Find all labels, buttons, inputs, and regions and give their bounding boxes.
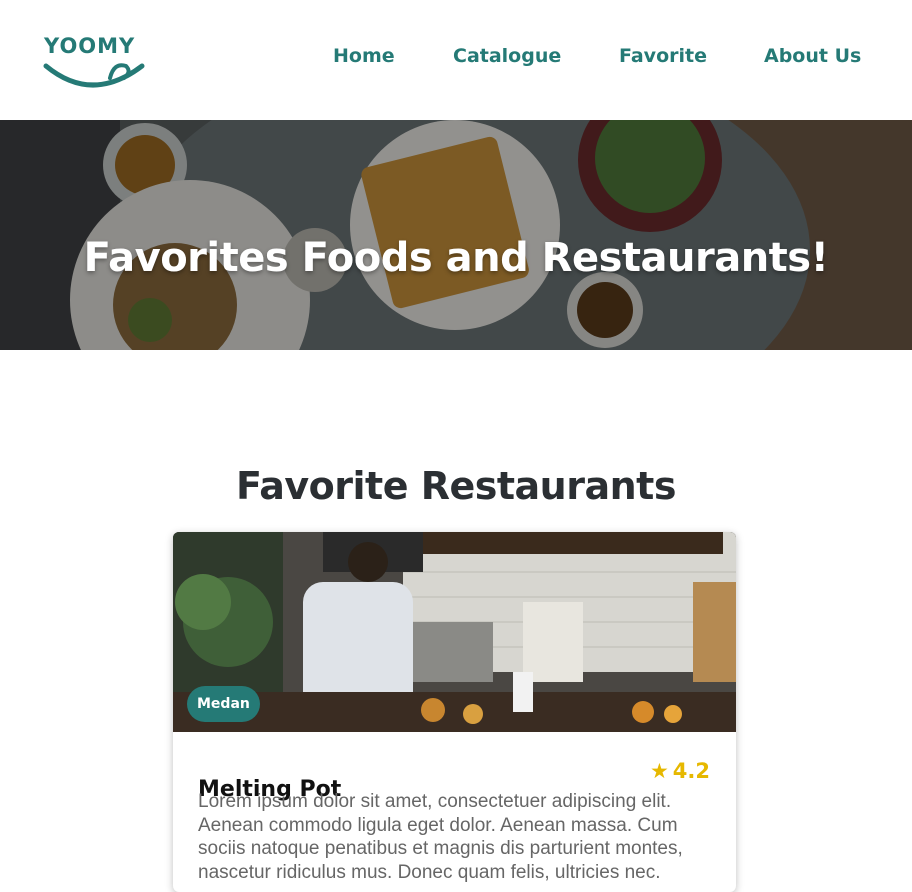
- nav-about-us[interactable]: About Us: [764, 42, 861, 70]
- section-title: Favorite Restaurants: [236, 463, 676, 508]
- restaurant-card[interactable]: Medan Melting Pot ★ 4.2 Lorem ipsum dolor…: [173, 532, 736, 892]
- logo-text: YOOMY: [44, 34, 136, 58]
- nav-home[interactable]: Home: [333, 42, 395, 70]
- hero-banner: Favorites Foods and Restaurants!: [0, 120, 912, 350]
- restaurant-image: Medan: [173, 532, 736, 732]
- logo[interactable]: YOOMY: [40, 32, 152, 92]
- star-icon: ★: [649, 759, 669, 783]
- rating-value: 4.2: [672, 759, 710, 783]
- restaurant-rating: ★ 4.2: [650, 757, 710, 785]
- app-bar: YOOMY Home Catalogue Favorite About Us: [0, 0, 912, 120]
- nav-favorite[interactable]: Favorite: [619, 42, 707, 70]
- nav-catalogue[interactable]: Catalogue: [453, 42, 561, 70]
- restaurant-description: Lorem ipsum dolor sit amet, consectetuer…: [198, 791, 683, 883]
- hero-title: Favorites Foods and Restaurants!: [83, 234, 829, 281]
- city-badge: Medan: [187, 686, 260, 722]
